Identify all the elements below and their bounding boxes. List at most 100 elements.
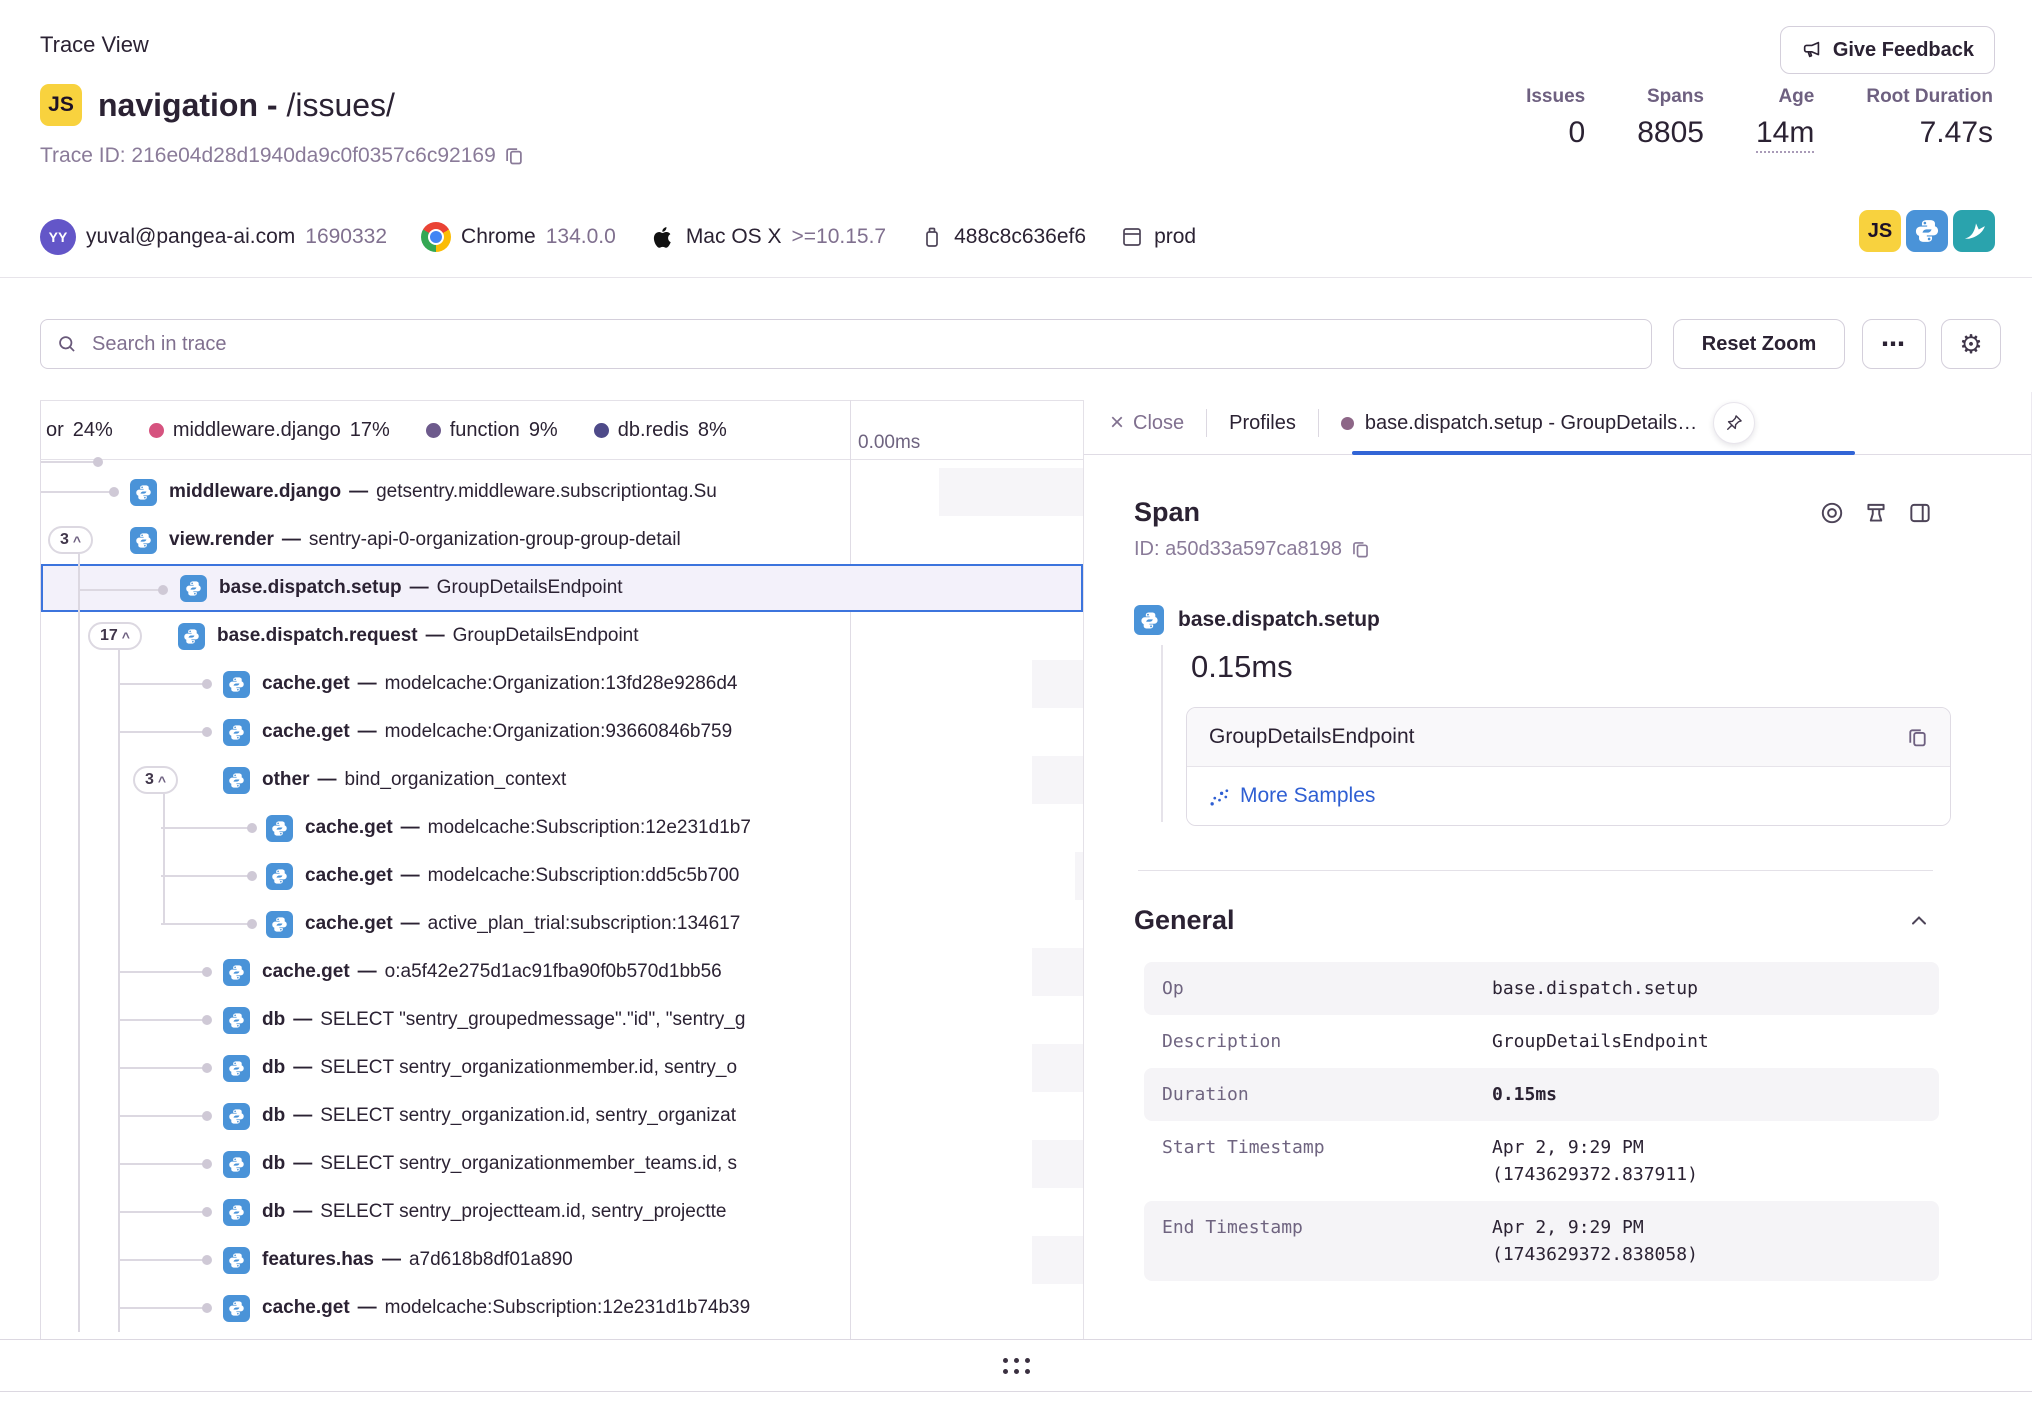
user-email: yuval@pangea-ai.com: [86, 225, 295, 249]
transaction-name: /issues/: [286, 87, 394, 123]
python-icon: [223, 1055, 250, 1082]
tab-divider: [1206, 409, 1207, 437]
collapse-chip[interactable]: 3^: [48, 526, 93, 554]
settings-button[interactable]: ⚙: [1941, 319, 2001, 369]
legend-item[interactable]: or24%: [46, 419, 113, 442]
python-icon: [1134, 605, 1164, 635]
layout-columns-icon[interactable]: [1905, 498, 1935, 528]
python-icon: [180, 575, 207, 602]
transaction-op: navigation -: [98, 87, 278, 123]
tree-connector: [118, 971, 208, 973]
os-meta: Mac OS X >=10.15.7: [650, 224, 886, 250]
ellipsis-icon: ⋯: [1881, 330, 1907, 359]
tree-connector: [118, 1211, 208, 1213]
span-row[interactable]: middleware.django—getsentry.middleware.s…: [41, 468, 1083, 516]
legend-item[interactable]: function9%: [426, 419, 558, 442]
span-heading: Span: [1134, 497, 1200, 528]
python-icon: [178, 623, 205, 650]
browser-meta: Chrome 134.0.0: [421, 222, 616, 252]
scatter-icon: [1209, 786, 1230, 807]
tree-connector: [118, 1019, 208, 1021]
active-tab-underline: [1352, 451, 1855, 455]
span-row[interactable]: db—SELECT sentry_organizationmember.id, …: [41, 1044, 1083, 1092]
span-duration: 0.15ms: [1191, 649, 2031, 685]
search-icon: [57, 334, 78, 355]
legend-dot-icon: [594, 423, 609, 438]
legend-dot-icon: [149, 423, 164, 438]
copy-icon[interactable]: [1907, 727, 1928, 748]
python-icon: [223, 1199, 250, 1226]
span-row[interactable]: base.dispatch.setup—GroupDetailsEndpoint: [41, 564, 1083, 612]
close-panel-button[interactable]: × Close: [1110, 411, 1184, 435]
span-op-row: base.dispatch.setup: [1134, 605, 2031, 635]
search-input[interactable]: [90, 332, 1635, 357]
tab-profiles[interactable]: Profiles: [1229, 412, 1296, 435]
copy-icon[interactable]: [504, 146, 524, 166]
span-row[interactable]: 3^view.render—sentry-api-0-organization-…: [41, 516, 1083, 564]
legend-item[interactable]: db.redis8%: [594, 419, 727, 442]
ops-legend: or24% middleware.django17% function9% db.re…: [40, 419, 727, 442]
copy-icon[interactable]: [1351, 540, 1370, 559]
reset-zoom-button[interactable]: Reset Zoom: [1673, 319, 1845, 369]
span-row[interactable]: cache.get—modelcache:Subscription:dd5c5b…: [41, 852, 1083, 900]
span-row[interactable]: cache.get—o:a5f42e275d1ac91fba90f0b570d1…: [41, 948, 1083, 996]
python-icon: [266, 911, 293, 938]
span-row[interactable]: features.has—a7d618b8df01a890: [41, 1236, 1083, 1284]
python-icon: [223, 767, 250, 794]
chevron-up-icon[interactable]: [1907, 909, 1931, 933]
python-icon: [130, 479, 157, 506]
span-row[interactable]: cache.get—modelcache:Organization:936608…: [41, 708, 1083, 756]
legend-item[interactable]: middleware.django17%: [149, 419, 390, 442]
span-op-name: base.dispatch.setup: [1178, 608, 1380, 632]
collapse-chip[interactable]: 17^: [88, 622, 142, 650]
span-row[interactable]: db—SELECT sentry_organizationmember_team…: [41, 1140, 1083, 1188]
python-badge: [1906, 210, 1948, 252]
span-row[interactable]: db—SELECT sentry_organization.id, sentry…: [41, 1092, 1083, 1140]
python-icon: [223, 671, 250, 698]
span-row[interactable]: 17^base.dispatch.request—GroupDetailsEnd…: [41, 612, 1083, 660]
tree-connector: [118, 1163, 208, 1165]
close-icon: ×: [1110, 411, 1124, 435]
span-row[interactable]: 3^other—bind_organization_context: [41, 756, 1083, 804]
span-detail-panel: × Close Profiles base.dispatch.setup - G…: [1084, 392, 2032, 1339]
more-samples-link[interactable]: More Samples: [1209, 784, 1928, 808]
give-feedback-button[interactable]: Give Feedback: [1780, 26, 1995, 74]
page-title: JS navigation - /issues/: [40, 84, 395, 126]
python-icon: [223, 1103, 250, 1130]
chrome-icon: [421, 222, 451, 252]
environment-icon: [1120, 225, 1144, 249]
general-row: Duration0.15ms: [1144, 1068, 1939, 1121]
sample-endpoint: GroupDetailsEndpoint: [1209, 725, 1414, 749]
tree-guide-line: [78, 553, 80, 1332]
header-divider: [0, 277, 2032, 278]
span-row[interactable]: cache.get—modelcache:Subscription:12e231…: [41, 1284, 1083, 1332]
python-icon: [223, 1007, 250, 1034]
tree-connector: [118, 1307, 208, 1309]
collapse-chip[interactable]: 3^: [133, 766, 178, 794]
pin-button[interactable]: [1713, 402, 1755, 444]
python-icon: [223, 1247, 250, 1274]
general-heading: General: [1134, 905, 1235, 936]
resize-handle-bar[interactable]: [0, 1339, 2032, 1392]
more-options-button[interactable]: ⋯: [1862, 319, 1926, 369]
span-row[interactable]: cache.get—modelcache:Subscription:12e231…: [41, 804, 1083, 852]
tree-connector: [41, 461, 99, 463]
stat-spans: Spans8805: [1637, 86, 1704, 150]
user-id: 1690332: [305, 225, 387, 249]
focus-icon[interactable]: [1817, 498, 1847, 528]
span-row[interactable]: cache.get—active_plan_trial:subscription…: [41, 900, 1083, 948]
tree-guide-line: [163, 794, 165, 924]
span-row[interactable]: cache.get—modelcache:Organization:13fd28…: [41, 660, 1083, 708]
span-dot-icon: [1341, 417, 1354, 430]
drag-handle-icon[interactable]: [1003, 1358, 1030, 1374]
general-row: Opbase.dispatch.setup: [1144, 962, 1939, 1015]
user-meta[interactable]: YY yuval@pangea-ai.com 1690332: [40, 219, 387, 255]
project-platform-badges: JS: [1859, 210, 1995, 252]
tab-span-details[interactable]: base.dispatch.setup - GroupDetails…: [1341, 412, 1697, 435]
span-row[interactable]: db—SELECT "sentry_groupedmessage"."id", …: [41, 996, 1083, 1044]
python-icon: [223, 959, 250, 986]
funnel-icon[interactable]: [1861, 498, 1891, 528]
tree-connector: [161, 923, 253, 925]
python-icon: [266, 815, 293, 842]
span-row[interactable]: db—SELECT sentry_projectteam.id, sentry_…: [41, 1188, 1083, 1236]
